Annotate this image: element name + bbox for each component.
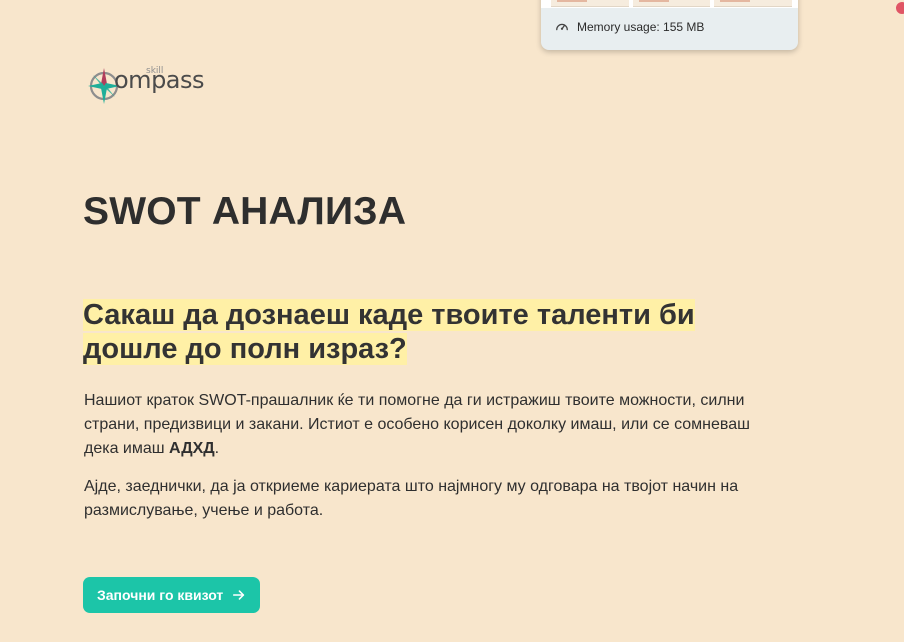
page-title: SWOT АНАЛИЗА <box>83 190 407 233</box>
adhd-bold-text: АДХД <box>169 440 215 457</box>
tab-thumbnail <box>551 0 629 7</box>
career-paragraph: Ајде, заеднички, да ја откриеме кариерат… <box>84 478 739 519</box>
start-quiz-label: Започни го квизот <box>97 587 224 603</box>
memory-usage-label: Memory usage: 155 MB <box>577 20 705 34</box>
arrow-right-icon <box>233 590 245 600</box>
tab-thumbnails <box>541 0 798 8</box>
start-quiz-button[interactable]: Започни го квизот <box>83 577 261 613</box>
intro-paragraph-end: . <box>214 440 220 457</box>
memory-usage-row: Memory usage: 155 MB <box>555 20 704 34</box>
notification-dot-icon <box>894 0 904 16</box>
tab-thumbnail <box>714 0 793 7</box>
gauge-icon <box>556 23 568 31</box>
headline-text: Сакаш да дознаеш каде твоите таленти би … <box>83 299 695 365</box>
skill-compass-logo[interactable]: skill ompass <box>86 62 205 114</box>
headline: Сакаш да дознаеш каде твоите таленти би … <box>83 298 783 366</box>
logo-wordmark: ompass <box>114 66 205 94</box>
intro-paragraph: Нашиот краток SWOT-прашалник ќе ти помог… <box>84 389 784 461</box>
tab-thumbnail <box>632 0 711 7</box>
memory-usage-popup: Memory usage: 155 MB <box>541 0 798 50</box>
